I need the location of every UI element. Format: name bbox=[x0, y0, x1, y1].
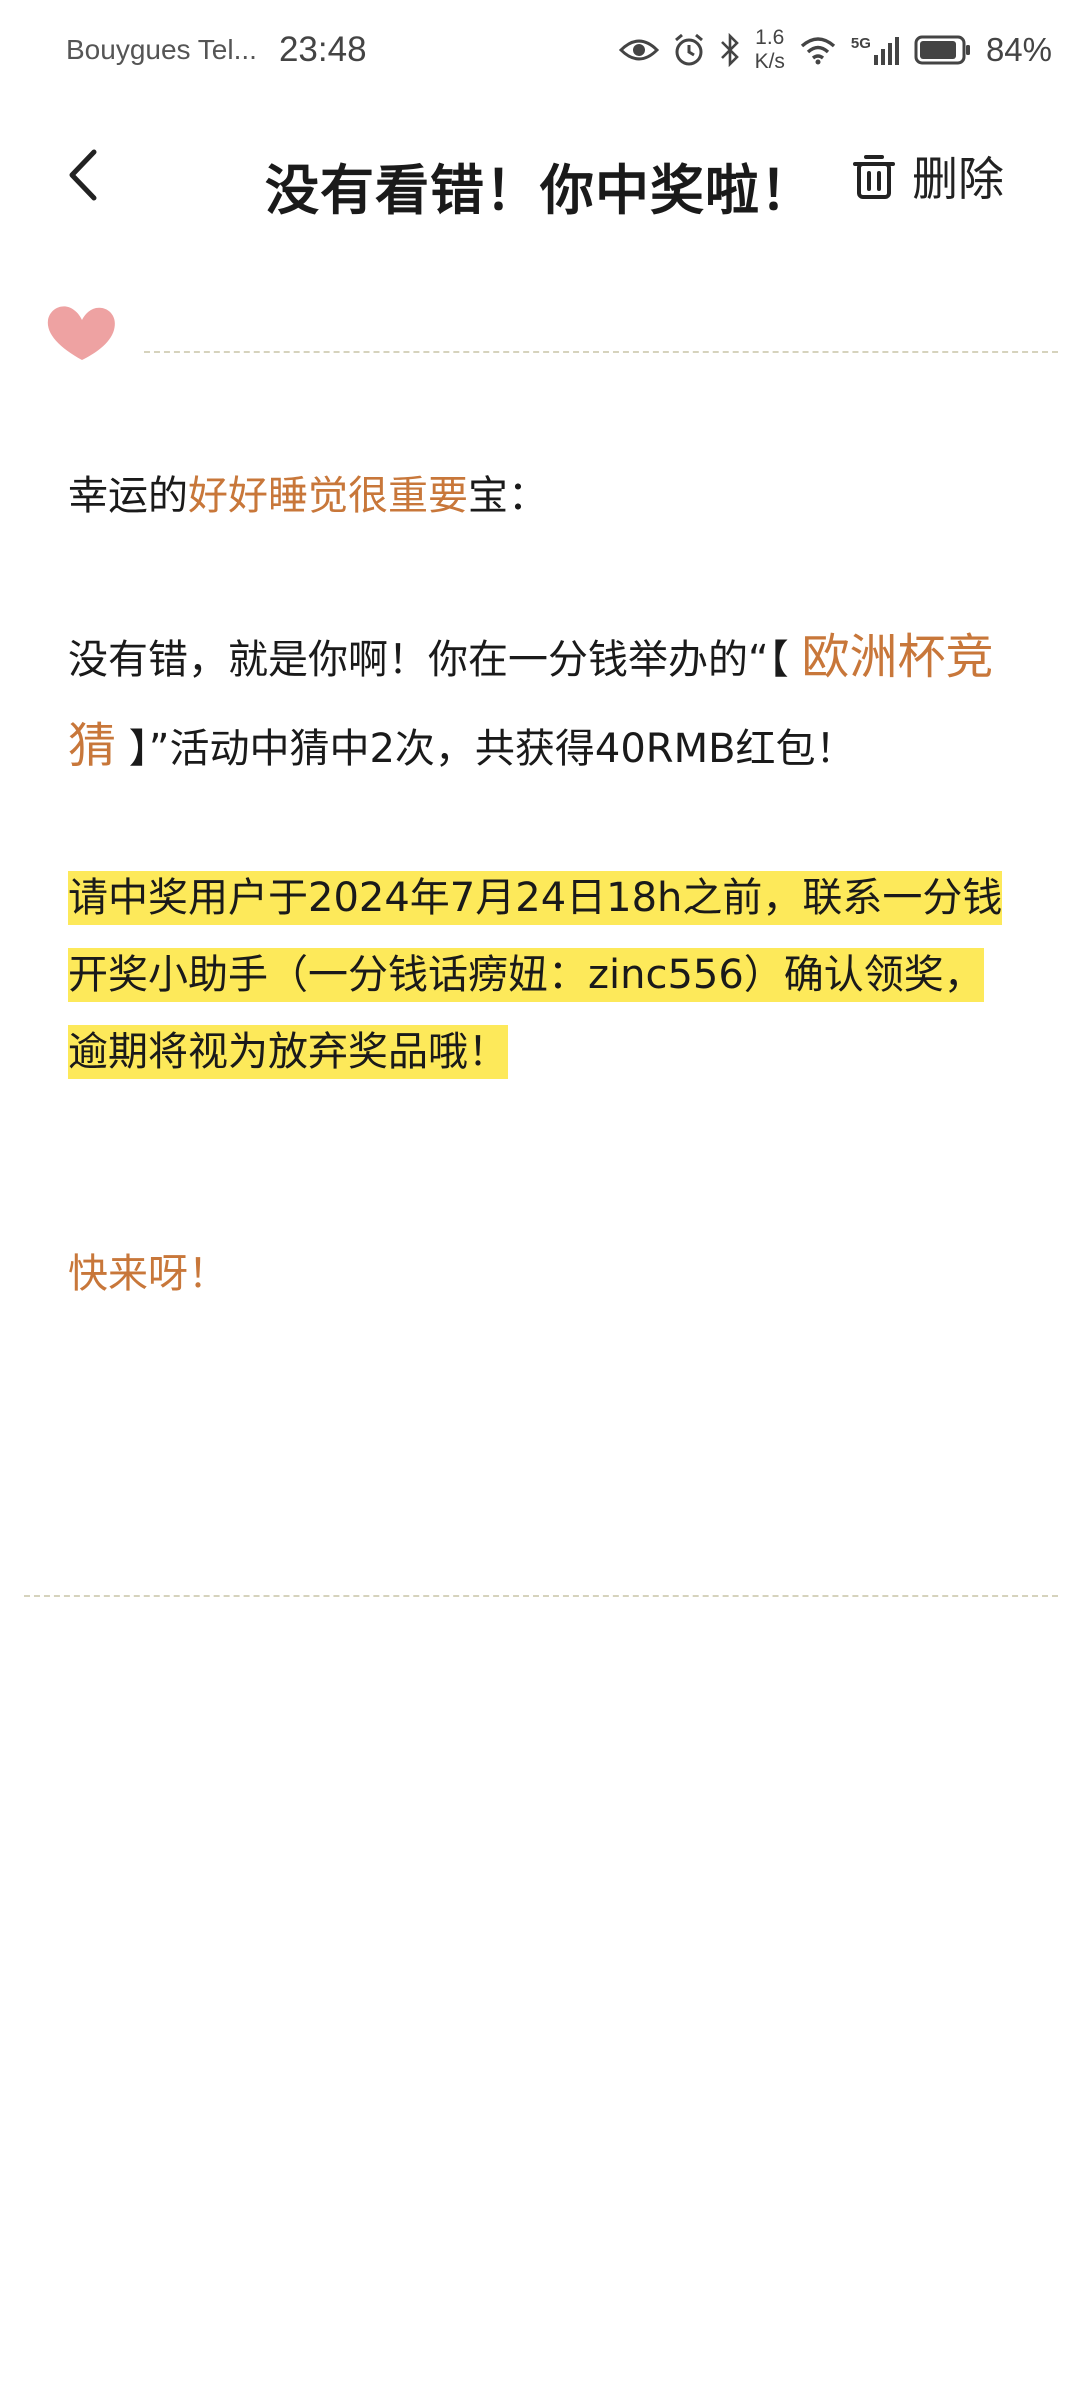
recipient-nickname: 好好睡觉很重要 bbox=[188, 473, 468, 519]
speed-value: 1.6 bbox=[755, 26, 785, 49]
eye-icon bbox=[618, 39, 659, 61]
network-speed: 1.6 K/s bbox=[755, 26, 785, 74]
claim-notice: 请中奖用户于2024年7月24日18h之前，联系一分钱开奖小助手（一分钱话痨妞：… bbox=[68, 860, 1013, 1091]
prize-paragraph: 没有错，就是你啊！你在一分钱举办的“【 欧洲杯竞猜 】”活动中猜中2次，共获得4… bbox=[68, 614, 1013, 792]
closing-text: 快来呀！ bbox=[68, 1251, 228, 1297]
greeting-prefix: 幸运的 bbox=[68, 473, 188, 519]
greeting-suffix: 宝： bbox=[468, 473, 548, 519]
signal-group: 5G bbox=[851, 35, 900, 65]
battery-percent: 84% bbox=[985, 31, 1052, 68]
bluetooth-icon bbox=[720, 33, 739, 67]
prize-text-prefix: 没有错，就是你啊！你在一分钱举办的“【 bbox=[68, 637, 802, 683]
alarm-icon bbox=[674, 33, 703, 66]
speed-unit: K/s bbox=[754, 50, 785, 73]
claim-notice-text: 请中奖用户于2024年7月24日18h之前，联系一分钱开奖小助手（一分钱话痨妞：… bbox=[68, 871, 1003, 1079]
network-type: 5G bbox=[850, 35, 871, 52]
greeting-line: 幸运的好好睡觉很重要宝： bbox=[68, 468, 1013, 524]
delete-label: 删除 bbox=[912, 152, 1004, 206]
prize-text-suffix: 】”活动中猜中2次，共获得40RMB红包！ bbox=[116, 726, 856, 772]
divider-bottom bbox=[24, 1595, 1058, 1597]
heart-icon bbox=[47, 306, 115, 360]
carrier-name: Bouygues Tel... bbox=[66, 34, 257, 65]
message-page: Bouygues Tel... 23:48 1.6 K/s 5G 84% 没有看… bbox=[0, 0, 1080, 2400]
delete-button[interactable]: 删除 bbox=[852, 146, 1004, 206]
divider-top bbox=[144, 351, 1058, 353]
top-app-bar: 没有看错！你中奖啦！ 删除 bbox=[0, 110, 1080, 240]
status-icons: 1.6 K/s 5G 84% bbox=[618, 26, 1052, 74]
wifi-icon bbox=[800, 37, 836, 65]
trash-icon bbox=[853, 155, 895, 199]
clock: 23:48 bbox=[278, 30, 367, 69]
battery-icon bbox=[914, 35, 970, 65]
status-bar: Bouygues Tel... 23:48 1.6 K/s 5G 84% bbox=[0, 0, 1080, 100]
signal-icon bbox=[873, 37, 899, 65]
